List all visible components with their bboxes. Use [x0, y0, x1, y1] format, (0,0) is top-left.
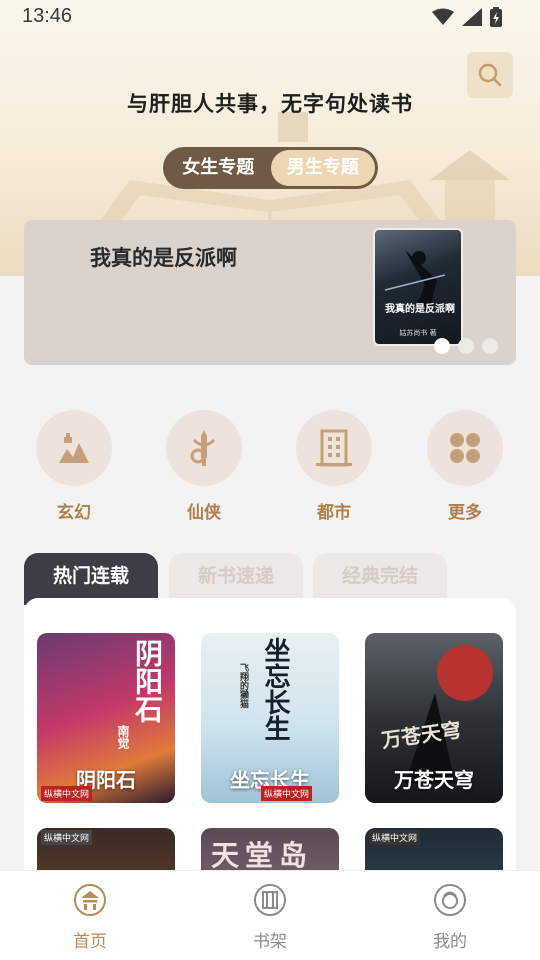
category-more[interactable]: 更多: [427, 410, 503, 523]
carousel-dot[interactable]: [482, 338, 498, 354]
publisher-badge: 纵横中文网: [369, 830, 421, 845]
cover-author: 飞翔的獭猫: [238, 663, 248, 708]
cover-subtitle: 我真的是反派啊: [385, 304, 455, 315]
bookshelf-icon: [254, 884, 286, 916]
battery-icon: [490, 7, 502, 27]
wifi-icon: [432, 8, 454, 25]
book-card[interactable]: 万苍天穹 万苍天穹: [365, 633, 503, 803]
nav-label: 书架: [253, 932, 287, 952]
grid-icon: [450, 433, 480, 463]
cover-art-text: 坐忘长生: [260, 637, 290, 741]
search-icon: [478, 63, 502, 87]
cover-author: 姑苏尚书 著: [399, 329, 437, 337]
status-time: 13:46: [22, 5, 73, 27]
nav-label: 我的: [433, 932, 467, 952]
cover-art: [384, 250, 446, 310]
category-label: 仙侠: [187, 503, 221, 523]
nav-bookshelf[interactable]: 书架: [230, 883, 310, 952]
book-title: 万苍天穹: [394, 768, 474, 792]
status-bar: 13:46: [0, 0, 540, 34]
nav-label: 首页: [73, 932, 107, 952]
slogan: 与肝胆人共事，无字句处读书: [127, 91, 413, 116]
topic-option-female[interactable]: 女生专题: [166, 150, 271, 186]
status-icons: [432, 7, 502, 27]
profile-icon: [434, 884, 466, 916]
carousel-dots: [434, 338, 498, 354]
category-label: 更多: [448, 503, 482, 523]
publisher-badge: 纵横中文网: [261, 786, 313, 801]
category-label: 玄幻: [57, 503, 91, 523]
bottom-navigation: 首页 书架 我的: [0, 870, 540, 960]
category-xianxia[interactable]: 仙侠: [166, 410, 242, 523]
cover-author: 南觉: [116, 725, 130, 749]
publisher-badge: 纵横中文网: [41, 830, 93, 845]
cover-art-text: 天堂岛: [211, 839, 314, 872]
home-icon: [74, 884, 106, 916]
nav-home[interactable]: 首页: [50, 883, 130, 952]
sword-icon: [190, 430, 216, 466]
banner-title: 我真的是反派啊: [90, 245, 237, 270]
category-label: 都市: [317, 503, 351, 523]
carousel-dot[interactable]: [434, 338, 450, 354]
featured-banner[interactable]: 我真的是反派啊 我真的是反派啊 姑苏尚书 著: [24, 220, 516, 365]
category-xuanhuan[interactable]: 玄幻: [36, 410, 112, 523]
signal-icon: [462, 8, 482, 26]
category-row: 玄幻 仙侠 都市 更多: [0, 410, 540, 530]
nav-profile[interactable]: 我的: [410, 883, 490, 952]
book-card[interactable]: 阴阳石 南觉 阴阳石 纵横中文网: [37, 633, 175, 803]
building-icon: [316, 429, 352, 467]
topic-toggle: 女生专题 男生专题: [163, 147, 378, 189]
carousel-dot[interactable]: [458, 338, 474, 354]
publisher-badge: 纵横中文网: [41, 786, 93, 801]
banner-book-cover[interactable]: 我真的是反派啊 姑苏尚书 著: [373, 228, 463, 346]
book-grid-panel: 阴阳石 南觉 阴阳石 纵横中文网 坐忘长生 飞翔的獭猫 坐忘长生 纵横中文网 万…: [24, 598, 516, 960]
book-card[interactable]: 坐忘长生 飞翔的獭猫 坐忘长生 纵横中文网: [201, 633, 339, 803]
mountain-icon: [59, 433, 89, 463]
category-dushi[interactable]: 都市: [296, 410, 372, 523]
topic-option-male[interactable]: 男生专题: [270, 150, 375, 186]
cover-art-text: 阴阳石: [131, 639, 164, 723]
